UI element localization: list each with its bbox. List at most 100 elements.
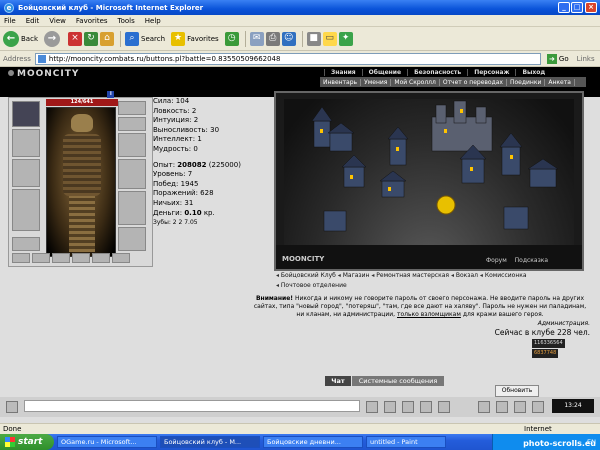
minimize-button[interactable]: _: [558, 2, 570, 13]
gloves-slot[interactable]: [118, 133, 146, 157]
chat-options-icon[interactable]: [514, 401, 526, 413]
task-fightclub[interactable]: Бойцовский клуб - M...: [160, 436, 260, 448]
game-clock: 13:24: [552, 399, 594, 413]
stat-intellect: Интеллект: 1: [153, 135, 202, 144]
tab-system-messages[interactable]: Системные сообщения: [352, 376, 444, 386]
chat-smiles-icon[interactable]: [402, 401, 414, 413]
ring4-slot[interactable]: [72, 253, 90, 263]
menu-file[interactable]: File: [4, 17, 16, 25]
address-input[interactable]: http://mooncity.combats.ru/buttons.pl?ba…: [34, 53, 541, 65]
chat-sound-icon[interactable]: [478, 401, 490, 413]
house-1: [329, 132, 353, 152]
city-link-fightclub[interactable]: ◂ Бойцовский Клуб: [276, 272, 336, 279]
tower-3: [501, 146, 521, 176]
back-button[interactable]: ← Back: [3, 31, 38, 47]
forum-link[interactable]: Форум: [486, 257, 507, 264]
menu-help[interactable]: Help: [145, 17, 161, 25]
subnav-skills[interactable]: Умения: [361, 78, 392, 86]
messenger-icon[interactable]: ☺: [281, 32, 296, 46]
city-link-post[interactable]: ◂ Почтовое отделение: [276, 282, 347, 289]
nav-exit[interactable]: Выход: [515, 69, 551, 76]
helmet-slot[interactable]: [12, 101, 40, 127]
nav-communication[interactable]: Общение: [361, 69, 407, 76]
stop-icon[interactable]: ×: [68, 32, 82, 46]
forward-button[interactable]: →: [44, 31, 62, 47]
ring2-slot[interactable]: [32, 253, 50, 263]
maximize-button[interactable]: □: [571, 2, 583, 13]
mail-icon[interactable]: ✉: [249, 32, 264, 46]
boots-slot[interactable]: [118, 191, 146, 225]
menu-view[interactable]: View: [49, 17, 66, 25]
earring-slot[interactable]: [118, 101, 146, 115]
city-link-commission[interactable]: ◂ Комиссионка: [480, 272, 527, 279]
offhand-slot[interactable]: [118, 159, 146, 189]
active-location-marker: [436, 195, 456, 215]
chat-settings-icon[interactable]: [6, 401, 18, 413]
start-button[interactable]: start: [0, 434, 54, 450]
search-button[interactable]: ⌕ Search: [125, 32, 165, 46]
notes-icon[interactable]: ▭: [322, 32, 337, 46]
stop-square-icon[interactable]: ■: [306, 32, 321, 46]
city-link-shop[interactable]: ◂ Магазин: [338, 272, 370, 279]
portrait-body: [63, 134, 101, 196]
subnav-scroll[interactable]: Мой Скроллл: [391, 78, 440, 86]
chat-filter-icon[interactable]: [420, 401, 432, 413]
ring5-slot[interactable]: [92, 253, 110, 263]
print-icon[interactable]: ⎙: [265, 32, 280, 46]
amulet-slot[interactable]: [118, 117, 146, 131]
stat-money: Деньги: 0.10 кр.: [153, 208, 215, 217]
go-button[interactable]: ➜ Go: [546, 54, 569, 64]
chat-users-icon[interactable]: [496, 401, 508, 413]
chat-exit-icon[interactable]: [532, 401, 544, 413]
nav-character[interactable]: Персонаж: [467, 69, 515, 76]
chat-mode-icon[interactable]: [438, 401, 450, 413]
counter-badge-2[interactable]: 6837748: [532, 349, 559, 358]
tower-2: [389, 138, 407, 166]
subnav-inventory[interactable]: Инвентарь: [320, 78, 362, 86]
character-stats: Сила: 104 Ловкость: 2 Интуиция: 2 Выносл…: [153, 97, 263, 228]
character-name[interactable]: Scheissegal [7] i: [46, 89, 115, 98]
game-subnav: Инвентарь Умения Мой Скроллл Отчет о пер…: [320, 77, 586, 87]
counter-badge-1[interactable]: 116336564: [532, 339, 565, 348]
subnav-transfers[interactable]: Отчет о переводах: [440, 78, 507, 86]
notice-signature: Администрация.: [537, 320, 590, 327]
tower-1: [313, 120, 331, 148]
chat-send-icon[interactable]: [366, 401, 378, 413]
menu-favorites[interactable]: Favorites: [76, 17, 108, 25]
chat-clear-icon[interactable]: [384, 401, 396, 413]
help-link[interactable]: Подсказка: [515, 257, 548, 264]
ring6-slot[interactable]: [112, 253, 130, 263]
close-button[interactable]: ×: [585, 2, 597, 13]
belt-slot[interactable]: [12, 237, 40, 251]
home-icon[interactable]: ⌂: [100, 32, 114, 46]
links-label[interactable]: Links: [577, 55, 595, 63]
menu-edit[interactable]: Edit: [26, 17, 40, 25]
ring1-slot[interactable]: [12, 253, 30, 263]
city-link-repair[interactable]: ◂ Ремонтная мастерская: [371, 272, 449, 279]
menu-tools[interactable]: Tools: [118, 17, 135, 25]
task-diaries[interactable]: Бойцовские дневни...: [263, 436, 363, 448]
city-scene[interactable]: [284, 99, 574, 245]
addon-icon[interactable]: ✦: [338, 32, 353, 46]
city-link-station[interactable]: ◂ Вокзал: [451, 272, 478, 279]
weapon-slot[interactable]: [12, 129, 40, 157]
history-icon[interactable]: ◷: [224, 32, 239, 46]
task-paint[interactable]: untitled - Paint: [366, 436, 446, 448]
armor-slot[interactable]: [12, 189, 40, 231]
nav-security[interactable]: Безопасность: [407, 69, 467, 76]
nav-knowledge[interactable]: Знания: [324, 69, 362, 76]
chat-input[interactable]: [24, 400, 360, 412]
shield-slot[interactable]: [12, 159, 40, 187]
subnav-duels[interactable]: Поединки: [507, 78, 546, 86]
subnav-profile[interactable]: Анкета: [545, 78, 575, 86]
browser-toolbar: ← Back → × ↻ ⌂ ⌕ Search ★ Favorites ◷ ✉ …: [0, 28, 600, 51]
ring-slot[interactable]: [118, 227, 146, 251]
notice-link[interactable]: только взломщикам: [397, 311, 461, 318]
refresh-button[interactable]: Обновить: [495, 385, 539, 397]
window-title: Бойцовский клуб - Microsoft Internet Exp…: [18, 3, 204, 12]
ring3-slot[interactable]: [52, 253, 70, 263]
task-ogame[interactable]: OGame.ru - Microsoft...: [57, 436, 157, 448]
favorites-button[interactable]: ★ Favorites: [171, 32, 219, 46]
tab-chat[interactable]: Чат: [325, 376, 351, 386]
refresh-icon[interactable]: ↻: [84, 32, 98, 46]
